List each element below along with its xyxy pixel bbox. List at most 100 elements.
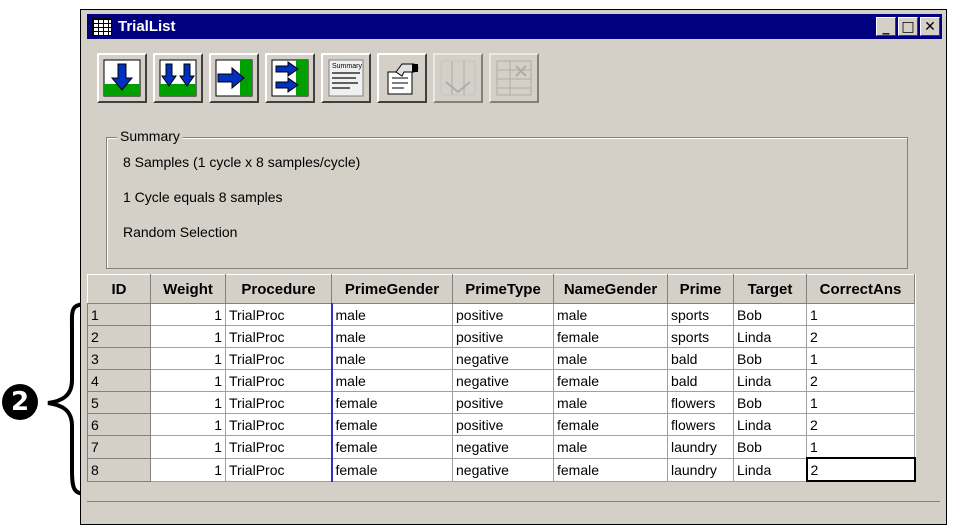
cell-procedure[interactable]: TrialProc bbox=[225, 457, 332, 482]
cell-target[interactable]: Linda bbox=[733, 457, 807, 482]
cell-weight[interactable]: 1 bbox=[150, 325, 226, 348]
cell-target[interactable]: Bob bbox=[733, 435, 807, 459]
cell-procedure[interactable]: TrialProc bbox=[225, 435, 332, 459]
table-row[interactable]: 7 1 TrialProc female negative male laundry Bob 1 bbox=[87, 435, 915, 459]
cell-correctans[interactable]: 2 bbox=[805, 457, 916, 482]
cell-procedure[interactable]: TrialProc bbox=[225, 413, 332, 436]
add-multiple-attributes-button[interactable] bbox=[265, 53, 315, 103]
cell-primetype[interactable]: positive bbox=[452, 391, 554, 414]
cell-weight[interactable]: 1 bbox=[150, 391, 226, 414]
cell-correctans[interactable]: 1 bbox=[806, 303, 915, 326]
cell-primegender[interactable]: male bbox=[330, 369, 453, 392]
table-row[interactable]: 2 1 TrialProc male positive female sports Linda… bbox=[87, 325, 915, 348]
cell-procedure[interactable]: TrialProc bbox=[225, 325, 332, 348]
title-bar[interactable]: TrialList _ □ ✕ bbox=[87, 14, 942, 39]
cell-procedure[interactable]: TrialProc bbox=[225, 369, 332, 392]
table-row[interactable]: 5 1 TrialProc female positive male flowers Bob 1 bbox=[87, 391, 915, 414]
cell-prime[interactable]: sports bbox=[667, 303, 734, 326]
cell-primegender[interactable]: female bbox=[330, 391, 453, 414]
cell-primegender[interactable]: female bbox=[330, 435, 453, 459]
cell-correctans[interactable]: 1 bbox=[806, 435, 915, 459]
cell-primetype[interactable]: positive bbox=[452, 413, 554, 436]
cell-id[interactable]: 4 bbox=[87, 369, 151, 392]
cell-correctans[interactable]: 1 bbox=[806, 391, 915, 414]
cell-procedure[interactable]: TrialProc bbox=[225, 347, 332, 370]
cell-primetype[interactable]: negative bbox=[452, 435, 554, 459]
cell-correctans[interactable]: 2 bbox=[806, 369, 915, 392]
cell-correctans[interactable]: 2 bbox=[806, 325, 915, 348]
cell-weight[interactable]: 1 bbox=[150, 457, 226, 482]
summary-button[interactable]: Summary bbox=[321, 53, 371, 103]
cell-weight[interactable]: 1 bbox=[150, 369, 226, 392]
column-header-id[interactable]: ID bbox=[87, 274, 151, 304]
cell-primetype[interactable]: positive bbox=[452, 303, 554, 326]
add-multiple-levels-button[interactable] bbox=[153, 53, 203, 103]
add-attribute-button[interactable] bbox=[209, 53, 259, 103]
cell-procedure[interactable]: TrialProc bbox=[225, 303, 332, 326]
cell-weight[interactable]: 1 bbox=[150, 303, 226, 326]
cell-correctans[interactable]: 1 bbox=[806, 347, 915, 370]
cell-primegender[interactable]: male bbox=[330, 325, 453, 348]
cell-procedure[interactable]: TrialProc bbox=[225, 391, 332, 414]
cell-id[interactable]: 8 bbox=[87, 457, 151, 482]
cell-primegender[interactable]: male bbox=[330, 347, 453, 370]
cell-namegender[interactable]: female bbox=[553, 325, 668, 348]
cell-target[interactable]: Bob bbox=[733, 347, 807, 370]
cell-prime[interactable]: flowers bbox=[667, 391, 734, 414]
maximize-button[interactable]: □ bbox=[898, 17, 918, 36]
minimize-button[interactable]: _ bbox=[876, 17, 896, 36]
cell-id[interactable]: 2 bbox=[87, 325, 151, 348]
table-row[interactable]: 3 1 TrialProc male negative male bald Bob 1 bbox=[87, 347, 915, 370]
add-level-button[interactable] bbox=[97, 53, 147, 103]
column-header-weight[interactable]: Weight bbox=[150, 274, 226, 304]
cell-prime[interactable]: sports bbox=[667, 325, 734, 348]
cell-target[interactable]: Bob bbox=[733, 391, 807, 414]
cell-target[interactable]: Linda bbox=[733, 369, 807, 392]
cell-primetype[interactable]: positive bbox=[452, 325, 554, 348]
properties-button[interactable] bbox=[377, 53, 427, 103]
cell-prime[interactable]: bald bbox=[667, 369, 734, 392]
cell-weight[interactable]: 1 bbox=[150, 435, 226, 459]
cell-id[interactable]: 1 bbox=[87, 303, 151, 326]
column-header-procedure[interactable]: Procedure bbox=[225, 274, 332, 304]
cell-correctans[interactable]: 2 bbox=[806, 413, 915, 436]
cell-prime[interactable]: laundry bbox=[667, 435, 734, 459]
cell-id[interactable]: 5 bbox=[87, 391, 151, 414]
remove-attribute-button[interactable] bbox=[489, 53, 539, 103]
cell-namegender[interactable]: male bbox=[553, 303, 668, 326]
cell-namegender[interactable]: female bbox=[553, 369, 668, 392]
cell-weight[interactable]: 1 bbox=[150, 347, 226, 370]
table-row[interactable]: 6 1 TrialProc female positive female flowers Li… bbox=[87, 413, 915, 436]
cell-namegender[interactable]: male bbox=[553, 391, 668, 414]
cell-primetype[interactable]: negative bbox=[452, 457, 554, 482]
cell-prime[interactable]: bald bbox=[667, 347, 734, 370]
cell-namegender[interactable]: male bbox=[553, 435, 668, 459]
cell-primegender[interactable]: male bbox=[330, 303, 453, 326]
column-header-prime[interactable]: Prime bbox=[667, 274, 734, 304]
cell-prime[interactable]: laundry bbox=[667, 457, 734, 482]
table-row[interactable]: 4 1 TrialProc male negative female bald Linda 2 bbox=[87, 369, 915, 392]
column-header-target[interactable]: Target bbox=[733, 274, 807, 304]
column-header-primetype[interactable]: PrimeType bbox=[452, 274, 554, 304]
column-header-primegender[interactable]: PrimeGender bbox=[331, 274, 453, 304]
cell-prime[interactable]: flowers bbox=[667, 413, 734, 436]
cell-namegender[interactable]: female bbox=[553, 457, 668, 482]
cell-id[interactable]: 6 bbox=[87, 413, 151, 436]
table-row[interactable]: 8 1 TrialProc female negative female laundry Li… bbox=[87, 457, 916, 482]
cell-target[interactable]: Bob bbox=[733, 303, 807, 326]
column-header-namegender[interactable]: NameGender bbox=[553, 274, 668, 304]
cell-primetype[interactable]: negative bbox=[452, 347, 554, 370]
cell-id[interactable]: 7 bbox=[87, 435, 151, 459]
cell-weight[interactable]: 1 bbox=[150, 413, 226, 436]
remove-level-button[interactable] bbox=[433, 53, 483, 103]
cell-target[interactable]: Linda bbox=[733, 413, 807, 436]
cell-id[interactable]: 3 bbox=[87, 347, 151, 370]
cell-primegender[interactable]: female bbox=[330, 413, 453, 436]
column-header-correctans[interactable]: CorrectAns bbox=[806, 274, 915, 304]
table-row[interactable]: 1 1 TrialProc male positive male sports Bob 1 bbox=[87, 303, 915, 326]
cell-namegender[interactable]: female bbox=[553, 413, 668, 436]
cell-target[interactable]: Linda bbox=[733, 325, 807, 348]
cell-primegender[interactable]: female bbox=[330, 457, 453, 482]
cell-namegender[interactable]: male bbox=[553, 347, 668, 370]
close-button[interactable]: ✕ bbox=[920, 17, 940, 36]
